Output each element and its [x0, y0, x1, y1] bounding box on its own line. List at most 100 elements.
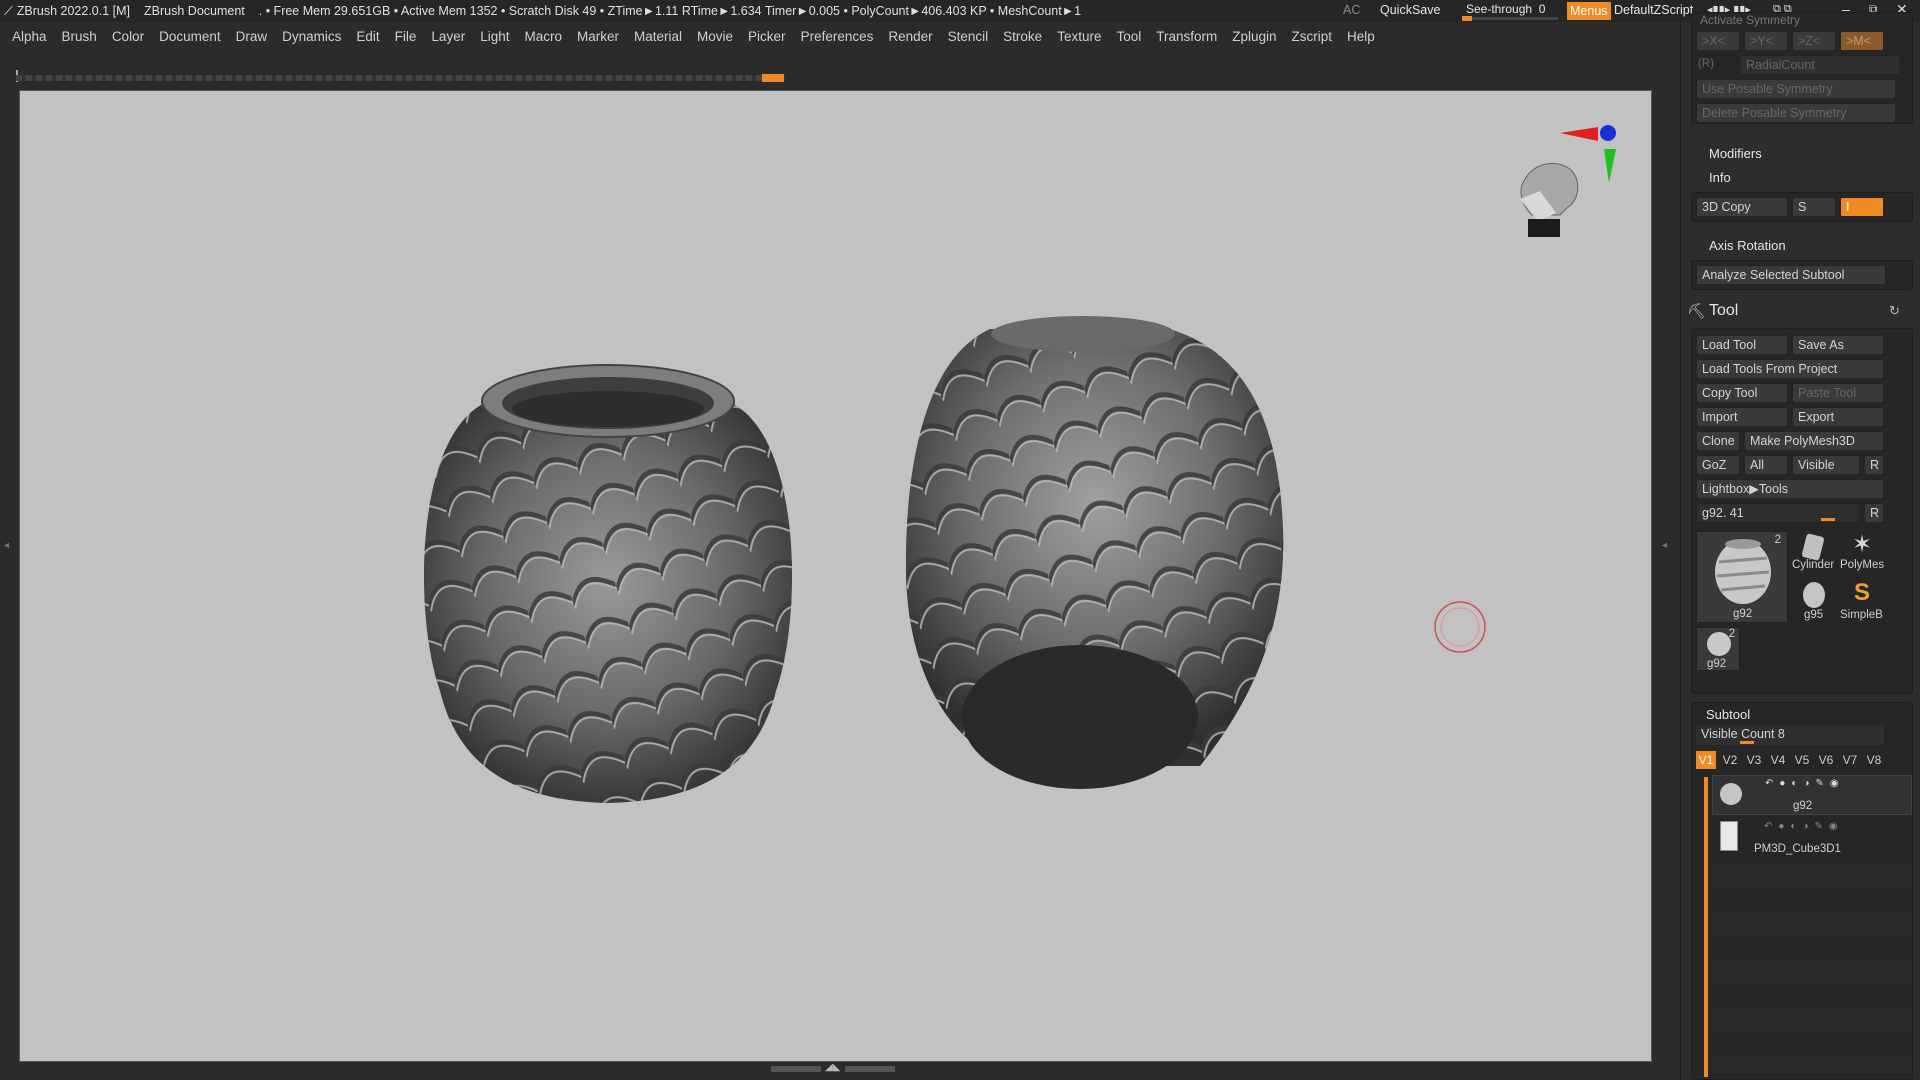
tool-thumb-cylinder[interactable]: Cylinder: [1792, 531, 1836, 575]
visibility-tab-v8[interactable]: V8: [1864, 751, 1884, 769]
clone-button[interactable]: Clone: [1696, 431, 1740, 451]
menu-layer[interactable]: Layer: [431, 29, 465, 44]
use-posable-symmetry-button[interactable]: Use Posable Symmetry: [1696, 79, 1896, 99]
menu-preferences[interactable]: Preferences: [801, 29, 874, 44]
make-polymesh3d-button[interactable]: Make PolyMesh3D: [1744, 431, 1884, 451]
tool-thumb-polymesh[interactable]: ✶ PolyMes: [1840, 531, 1884, 575]
see-through-slider[interactable]: See-through 0: [1462, 1, 1558, 21]
visibility-tab-v2[interactable]: V2: [1720, 751, 1740, 769]
menu-help[interactable]: Help: [1347, 29, 1375, 44]
left-tray-arrow-icon[interactable]: ◂: [4, 540, 9, 551]
lightbox-tools-button[interactable]: Lightbox▶Tools: [1696, 479, 1884, 499]
viewport-scene[interactable]: [20, 91, 1652, 1062]
timeline[interactable]: [0, 50, 1680, 90]
tool-thumb-g95[interactable]: g95: [1792, 579, 1836, 623]
visible-count-slider[interactable]: Visible Count 8: [1696, 725, 1884, 745]
menu-render[interactable]: Render: [888, 29, 932, 44]
subtool-icons[interactable]: ↶●◐◑✎◉: [1765, 778, 1845, 789]
menu-stroke[interactable]: Stroke: [1003, 29, 1042, 44]
menu-edit[interactable]: Edit: [356, 29, 379, 44]
menu-document[interactable]: Document: [159, 29, 221, 44]
menu-texture[interactable]: Texture: [1057, 29, 1101, 44]
vase-model-right[interactable]: [900, 316, 1290, 789]
menu-zscript[interactable]: Zscript: [1292, 29, 1333, 44]
timeline-track[interactable]: [16, 75, 786, 81]
tool-thumb-g92-small[interactable]: 2 g92: [1696, 627, 1740, 671]
sym-z-button[interactable]: >Z<: [1792, 31, 1836, 51]
vase-model-left[interactable]: [400, 364, 820, 811]
document-canvas[interactable]: [19, 90, 1652, 1062]
visibility-tab-v5[interactable]: V5: [1792, 751, 1812, 769]
goz-visible-button[interactable]: Visible: [1792, 455, 1860, 475]
save-as-button[interactable]: Save As: [1792, 335, 1884, 355]
copy-3d-s-button[interactable]: S: [1792, 197, 1836, 217]
quicksave-button[interactable]: QuickSave: [1380, 3, 1440, 17]
navigation-gizmo-icon[interactable]: [1520, 125, 1616, 237]
analyze-selected-subtool-button[interactable]: Analyze Selected Subtool: [1696, 265, 1886, 285]
menu-material[interactable]: Material: [634, 29, 682, 44]
menus-toggle[interactable]: Menus: [1567, 2, 1611, 20]
thumb-label: SimpleB: [1840, 609, 1883, 621]
radial-count-slider[interactable]: RadialCount: [1740, 55, 1900, 75]
right-tray-arrow-icon[interactable]: ◂: [1662, 540, 1667, 551]
default-zscript-button[interactable]: DefaultZScript: [1614, 3, 1693, 17]
menu-light[interactable]: Light: [480, 29, 509, 44]
visibility-tab-v1[interactable]: V1: [1696, 751, 1716, 769]
copy-tool-button[interactable]: Copy Tool: [1696, 383, 1788, 403]
info-subpalette[interactable]: Info: [1709, 170, 1731, 185]
current-tool-slider[interactable]: g92. 41: [1696, 503, 1860, 523]
copy-3d-button[interactable]: 3D Copy: [1696, 197, 1788, 217]
subtool-title[interactable]: Subtool: [1706, 707, 1750, 722]
copy-3d-i-button[interactable]: I: [1840, 197, 1884, 217]
visibility-tab-v7[interactable]: V7: [1840, 751, 1860, 769]
subtool-item-pm3d-cube[interactable]: ↶●◐◑✎◉ PM3D_Cube3D1: [1712, 819, 1912, 859]
left-tray-gutter[interactable]: ◂: [0, 90, 19, 1080]
visibility-tab-v3[interactable]: V3: [1744, 751, 1764, 769]
paste-tool-button[interactable]: Paste Tool: [1792, 383, 1884, 403]
menu-dynamics[interactable]: Dynamics: [282, 29, 341, 44]
menu-color[interactable]: Color: [112, 29, 144, 44]
goz-all-button[interactable]: All: [1744, 455, 1788, 475]
current-tool-r-button[interactable]: R: [1864, 503, 1884, 523]
bottom-tray-arrow-icon[interactable]: ◢◣: [825, 1062, 840, 1073]
right-tray-gutter[interactable]: ◂: [1652, 90, 1680, 1080]
menu-stencil[interactable]: Stencil: [948, 29, 989, 44]
delete-posable-symmetry-button[interactable]: Delete Posable Symmetry: [1696, 103, 1896, 123]
menu-movie[interactable]: Movie: [697, 29, 733, 44]
tool-thumb-simplebrush[interactable]: S SimpleB: [1840, 579, 1884, 623]
current-tool-label: g92. 41: [1702, 506, 1744, 520]
subtool-scrollbar[interactable]: [1704, 777, 1708, 1077]
menu-file[interactable]: File: [395, 29, 417, 44]
sym-m-button[interactable]: >M<: [1840, 31, 1884, 51]
axis-rotation-subpalette[interactable]: Axis Rotation: [1709, 238, 1786, 253]
menu-zplugin[interactable]: Zplugin: [1232, 29, 1276, 44]
menu-tool[interactable]: Tool: [1116, 29, 1141, 44]
menu-alpha[interactable]: Alpha: [12, 29, 47, 44]
load-tools-from-project-button[interactable]: Load Tools From Project: [1696, 359, 1884, 379]
import-button[interactable]: Import: [1696, 407, 1788, 427]
sym-x-button[interactable]: >X<: [1696, 31, 1740, 51]
subtool-icons[interactable]: ↶●◐◑✎◉: [1764, 821, 1844, 832]
menu-macro[interactable]: Macro: [524, 29, 562, 44]
visibility-tab-v6[interactable]: V6: [1816, 751, 1836, 769]
subtool-item-g92[interactable]: ↶●◐◑✎◉ g92: [1712, 775, 1912, 815]
menu-brush[interactable]: Brush: [62, 29, 97, 44]
menu-transform[interactable]: Transform: [1156, 29, 1217, 44]
menu-picker[interactable]: Picker: [748, 29, 786, 44]
tool-thumb-g92-large[interactable]: 2 g92: [1696, 531, 1788, 623]
sym-y-button[interactable]: >Y<: [1744, 31, 1788, 51]
modifiers-subpalette[interactable]: Modifiers: [1709, 146, 1762, 161]
load-tool-button[interactable]: Load Tool: [1696, 335, 1788, 355]
export-button[interactable]: Export: [1792, 407, 1884, 427]
simplebrush-s-icon: S: [1853, 579, 1870, 606]
goz-button[interactable]: GoZ: [1696, 455, 1740, 475]
refresh-icon[interactable]: ↻: [1889, 303, 1900, 319]
tool-palette-title[interactable]: Tool: [1709, 302, 1738, 320]
goz-r-button[interactable]: R: [1864, 455, 1884, 475]
menu-draw[interactable]: Draw: [236, 29, 268, 44]
bottom-tray-bar[interactable]: ◢◣: [19, 1062, 1652, 1080]
visibility-tab-v4[interactable]: V4: [1768, 751, 1788, 769]
menu-marker[interactable]: Marker: [577, 29, 619, 44]
timeline-marker[interactable]: [762, 74, 784, 82]
activate-symmetry-label[interactable]: Activate Symmetry: [1700, 13, 1800, 27]
